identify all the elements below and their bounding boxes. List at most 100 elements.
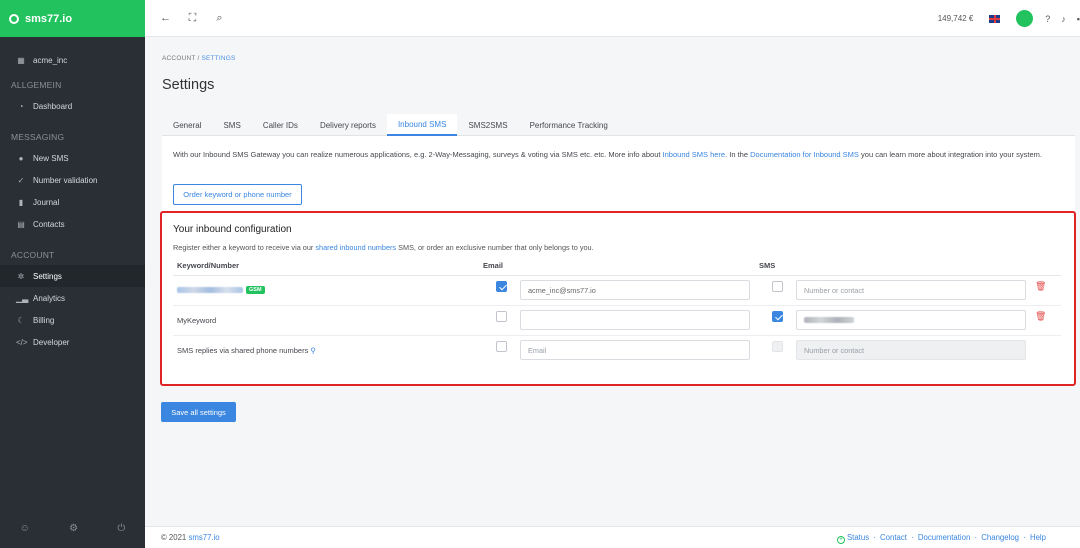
footer-link-documentation[interactable]: Documentation (918, 533, 970, 542)
shared-numbers-link[interactable]: shared inbound numbers (315, 243, 396, 252)
uk-flag-icon[interactable] (989, 14, 1001, 23)
brand-link[interactable]: sms77.io (188, 533, 219, 542)
footer-separator: · (974, 533, 978, 542)
redacted-number (804, 317, 854, 323)
topbar: ← ⛶ ⌕ 149,742 € ? ♪ ▪ (145, 0, 1080, 37)
footer-link-contact[interactable]: Contact (880, 533, 907, 542)
footer-link-status[interactable]: Status (847, 533, 869, 542)
account-balance: 149,742 € (937, 14, 974, 23)
keyword-label: SMS replies via shared phone numbers (177, 346, 309, 355)
email-field[interactable]: Email (520, 340, 750, 360)
back-arrow-icon[interactable]: ← (159, 12, 172, 24)
avatar[interactable] (1016, 10, 1034, 27)
sidebar-item-journal[interactable]: ▮ Journal (0, 191, 145, 213)
inbound-sms-info-link[interactable]: Inbound SMS here (663, 150, 726, 159)
table-row: MyKeyword 🗑 (173, 306, 1061, 336)
sidebar-footer: ☺ ⚙ ⏻ (0, 508, 145, 548)
trash-icon[interactable]: 🗑 (1035, 311, 1046, 322)
account-name: acme_inc (33, 55, 68, 65)
email-checkbox[interactable] (496, 341, 507, 352)
sidebar-item-billing[interactable]: ☾ Billing (0, 309, 145, 331)
sms-number-field[interactable]: Number or contact (796, 280, 1026, 300)
info-bulb-icon[interactable]: ⚲ (310, 346, 316, 355)
gear-icon: ✲ (17, 271, 25, 281)
email-field[interactable] (520, 310, 750, 330)
tab-sms[interactable]: SMS (212, 114, 251, 136)
trash-icon[interactable]: 🗑 (1035, 281, 1046, 292)
intro-text-part: With our Inbound SMS Gateway you can rea… (173, 150, 663, 159)
sidebar-item-label: Developer (33, 337, 70, 347)
contact-card-icon: ▤ (17, 219, 25, 229)
sidebar-item-label: Contacts (33, 219, 65, 229)
footer-separator: · (911, 533, 914, 542)
keyword-cell: MyKeyword (177, 316, 217, 325)
sms-checkbox[interactable] (772, 281, 783, 292)
email-checkbox[interactable] (496, 281, 507, 292)
sidebar-item-label: Billing (33, 315, 55, 325)
email-field[interactable]: acme_inc@sms77.io (520, 280, 750, 300)
search-icon[interactable]: ⌕ (213, 12, 226, 25)
gsm-badge: GSM (246, 286, 265, 294)
gear-icon[interactable]: ⚙ (69, 523, 78, 534)
user-icon[interactable]: ☺ (20, 523, 30, 534)
fullscreen-icon[interactable]: ⛶ (186, 12, 199, 25)
sidebar-item-new-sms[interactable]: ● New SMS (0, 147, 145, 169)
config-subtitle-part: Register either a keyword to receive via… (173, 243, 316, 252)
intro-text: With our Inbound SMS Gateway you can rea… (173, 149, 1053, 161)
grid-icon: ▦ (17, 55, 25, 65)
intro-text-part: you can learn more about integration int… (858, 150, 1042, 159)
breadcrumb-root[interactable]: ACCOUNT (162, 55, 195, 62)
column-header-sms: SMS (759, 261, 776, 270)
intro-text-part: . In the (725, 150, 751, 159)
help-icon[interactable]: ? (1045, 14, 1050, 24)
footer-separator: · (873, 533, 876, 542)
config-subtitle: Register either a keyword to receive via… (173, 243, 594, 252)
sidebar-item-analytics[interactable]: ▁▃ Analytics (0, 287, 145, 309)
config-subtitle-part: SMS, or order an exclusive number that o… (396, 243, 594, 252)
sidebar-item-dashboard[interactable]: ◔ Dashboard (0, 95, 145, 117)
section-heading-messaging: MESSAGING (11, 132, 65, 142)
tab-inbound-sms[interactable]: Inbound SMS (386, 114, 458, 136)
sms-checkbox[interactable] (772, 311, 783, 322)
sidebar-item-number-validation[interactable]: ✓ Number validation (0, 169, 145, 191)
breadcrumb-current: SETTINGS (201, 55, 236, 62)
sidebar-account[interactable]: ▦ acme_inc (0, 49, 145, 71)
sidebar: sms77.io ▦ acme_inc ALLGEMEIN ◔ Dashboar… (0, 0, 145, 548)
tab-sms2sms[interactable]: SMS2SMS (457, 114, 518, 136)
tab-performance-tracking[interactable]: Performance Tracking (519, 114, 619, 136)
brand-logo[interactable]: sms77.io (0, 0, 145, 37)
sidebar-item-label: Dashboard (33, 101, 73, 111)
redacted-number (177, 287, 243, 293)
power-icon[interactable]: ⏻ (117, 523, 125, 534)
tab-general[interactable]: General (162, 114, 212, 136)
footer-link-help[interactable]: Help (1030, 533, 1046, 542)
sidebar-item-label: New SMS (33, 153, 69, 163)
column-header-email: Email (483, 261, 504, 270)
save-all-settings-button[interactable]: Save all settings (161, 402, 236, 422)
tab-delivery-reports[interactable]: Delivery reports (309, 114, 387, 136)
sidebar-item-developer[interactable]: </> Developer (0, 331, 145, 353)
sidebar-item-settings[interactable]: ✲ Settings (0, 265, 145, 287)
brand-name: sms77.io (25, 12, 73, 25)
breadcrumb-separator: / (197, 55, 200, 62)
bell-icon[interactable]: ♪ (1061, 14, 1066, 24)
table-row: SMS replies via shared phone numbers ⚲ E… (173, 336, 1061, 366)
moon-icon: ☾ (17, 315, 25, 325)
sidebar-item-contacts[interactable]: ▤ Contacts (0, 213, 145, 235)
copyright: © 2021 sms77.io (161, 533, 220, 542)
footer: © 2021 sms77.io + Status · Contact · Docu… (145, 526, 1080, 548)
keyword-cell: SMS replies via shared phone numbers ⚲ (177, 346, 316, 355)
sidebar-item-label: Settings (33, 271, 62, 281)
footer-separator: · (1023, 533, 1026, 542)
sms-number-field[interactable] (796, 310, 1026, 330)
section-heading-account: ACCOUNT (11, 250, 55, 260)
order-keyword-button[interactable]: Order keyword or phone number (173, 184, 302, 205)
footer-link-changelog[interactable]: Changelog (981, 533, 1019, 542)
book-icon: ▮ (18, 197, 24, 207)
tab-caller-ids[interactable]: Caller IDs (252, 114, 309, 136)
email-checkbox[interactable] (496, 311, 507, 322)
table-row: GSM acme_inc@sms77.io Number or contact … (173, 276, 1061, 306)
speedometer-icon: ◔ (18, 101, 24, 111)
keyword-cell: GSM (177, 286, 265, 294)
inbound-sms-docs-link[interactable]: Documentation for Inbound SMS (750, 150, 859, 159)
